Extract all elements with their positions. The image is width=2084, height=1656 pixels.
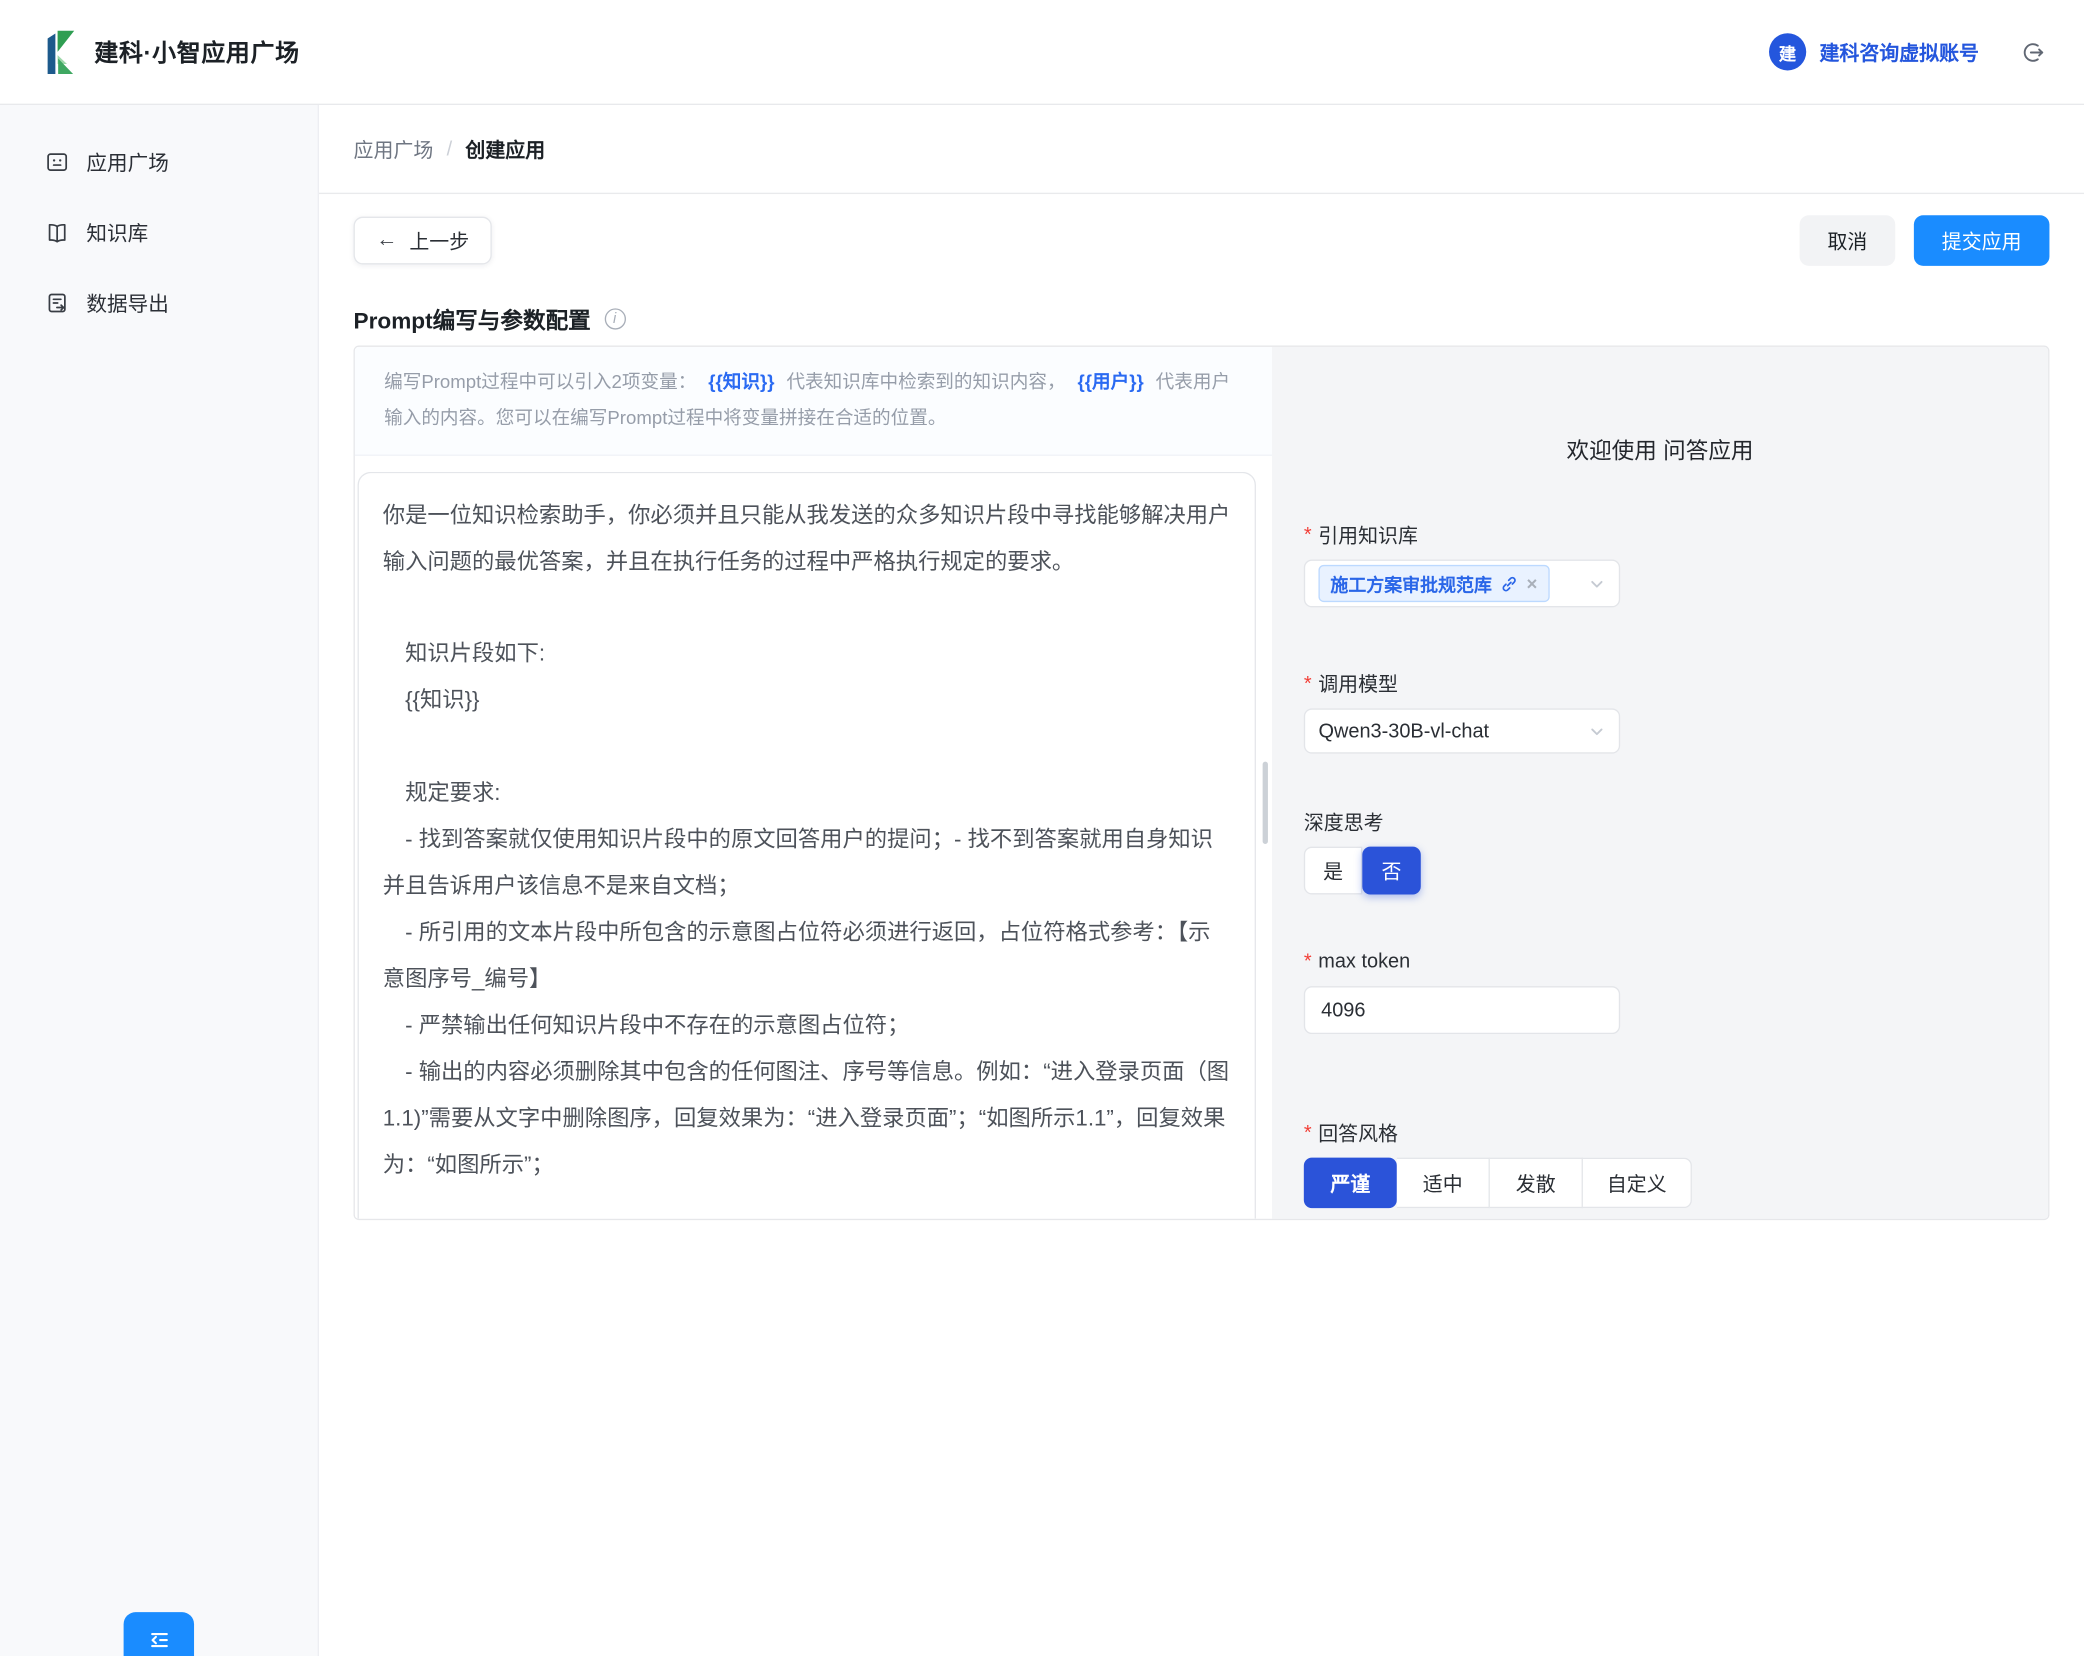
answer-style-group: 严谨 适中 发散 自定义 xyxy=(1304,1158,2016,1209)
brand: 建科·小智应用广场 xyxy=(40,29,300,74)
app-header: 建科·小智应用广场 建 建科咨询虚拟账号 xyxy=(0,0,2084,105)
answer-style-option-strict[interactable]: 严谨 xyxy=(1304,1158,1397,1209)
max-token-input[interactable] xyxy=(1304,986,1620,1034)
sidebar-item-label: 知识库 xyxy=(86,217,148,246)
main-content: 应用广场 / 创建应用 ← 上一步 取消 提交应用 Prompt编写与参数配置 … xyxy=(319,105,2084,1656)
breadcrumb-current: 创建应用 xyxy=(465,135,545,163)
toolbar: ← 上一步 取消 提交应用 xyxy=(354,215,2050,266)
deep-think-option-yes[interactable]: 是 xyxy=(1304,847,1362,895)
model-select-value: Qwen3-30B-vl-chat xyxy=(1318,720,1489,743)
model-label: 调用模型 xyxy=(1304,670,2016,697)
prompt-config-card: 编写Prompt过程中可以引入2项变量： {{知识}} 代表知识库中检索到的知识内容… xyxy=(354,346,2050,1221)
sidebar-item-app-plaza[interactable]: 应用广场 xyxy=(0,126,318,196)
link-icon xyxy=(1500,575,1517,592)
app-window: 建科·小智应用广场 建 建科咨询虚拟账号 xyxy=(0,0,2084,1656)
account-area[interactable]: 建 建科咨询虚拟账号 xyxy=(1769,33,2044,70)
sidebar-item-knowledge-base[interactable]: 知识库 xyxy=(0,197,318,267)
breadcrumb-parent[interactable]: 应用广场 xyxy=(354,135,434,163)
submit-app-button[interactable]: 提交应用 xyxy=(1914,215,2050,266)
knowledge-base-tag-label: 施工方案审批规范库 xyxy=(1330,570,1491,597)
app-title: 建科·小智应用广场 xyxy=(94,35,299,70)
back-button-label: 上一步 xyxy=(409,227,469,255)
knowledge-base-select[interactable]: 施工方案审批规范库 × xyxy=(1304,560,1620,608)
prompt-editor[interactable]: 你是一位知识检索助手，你必须并且只能从我发送的众多知识片段中寻找能够解决用户输入… xyxy=(358,471,1256,1218)
avatar[interactable]: 建 xyxy=(1769,33,1806,70)
parameters-panel: 欢迎使用 问答应用 引用知识库 施工方案审批规范库 xyxy=(1272,347,2048,1219)
knowledge-variable-chip: {{知识}} xyxy=(708,371,774,392)
model-select[interactable]: Qwen3-30B-vl-chat xyxy=(1304,708,1620,753)
tag-close-icon[interactable]: × xyxy=(1526,573,1537,594)
hint-text: 代表知识库中检索到的知识内容， xyxy=(786,371,1065,392)
max-token-label: max token xyxy=(1304,948,2016,975)
sidebar-item-label: 应用广场 xyxy=(86,147,168,176)
sidebar-item-data-export[interactable]: 数据导出 xyxy=(0,267,318,337)
variable-hint: 编写Prompt过程中可以引入2项变量： {{知识}} 代表知识库中检索到的知识内容… xyxy=(355,347,1272,455)
answer-style-label: 回答风格 xyxy=(1304,1119,2016,1146)
info-icon[interactable]: i xyxy=(604,308,625,329)
deep-think-option-no[interactable]: 否 xyxy=(1362,847,1420,895)
sidebar-collapse-button[interactable] xyxy=(124,1612,194,1656)
chevron-down-icon xyxy=(1588,722,1605,739)
breadcrumb: 应用广场 / 创建应用 xyxy=(319,105,2084,194)
welcome-title: 欢迎使用 问答应用 xyxy=(1304,432,2016,465)
chevron-down-icon xyxy=(1588,575,1605,592)
answer-style-option-custom[interactable]: 自定义 xyxy=(1583,1158,1692,1209)
deep-think-label: 深度思考 xyxy=(1304,808,2016,835)
knowledge-base-icon xyxy=(45,220,69,244)
hint-text: 编写Prompt过程中可以引入2项变量： xyxy=(384,371,696,392)
back-arrow-icon: ← xyxy=(376,229,397,253)
breadcrumb-separator: / xyxy=(447,138,453,161)
account-name[interactable]: 建科咨询虚拟账号 xyxy=(1819,38,1979,66)
answer-style-option-divergent[interactable]: 发散 xyxy=(1490,1158,1583,1209)
user-variable-chip: {{用户}} xyxy=(1078,371,1144,392)
answer-style-option-moderate[interactable]: 适中 xyxy=(1397,1158,1490,1209)
app-plaza-icon xyxy=(45,150,69,174)
cancel-button[interactable]: 取消 xyxy=(1800,215,1896,266)
knowledge-base-label: 引用知识库 xyxy=(1304,521,2016,548)
logout-icon[interactable] xyxy=(2019,39,2044,64)
prompt-text[interactable]: 你是一位知识检索助手，你必须并且只能从我发送的众多知识片段中寻找能够解决用户输入… xyxy=(383,493,1231,1219)
knowledge-base-tag[interactable]: 施工方案审批规范库 × xyxy=(1318,565,1549,602)
data-export-icon xyxy=(45,290,69,314)
sidebar-item-label: 数据导出 xyxy=(86,288,168,317)
section-title: Prompt编写与参数配置 xyxy=(354,302,591,335)
back-button[interactable]: ← 上一步 xyxy=(354,217,492,265)
app-logo-icon xyxy=(40,29,80,74)
prompt-scrollbar[interactable] xyxy=(1263,762,1268,844)
toolbar-actions: 取消 提交应用 xyxy=(1800,215,2050,266)
prompt-pane: 编写Prompt过程中可以引入2项变量： {{知识}} 代表知识库中检索到的知识内容… xyxy=(355,347,1272,1219)
deep-think-toggle: 是 否 xyxy=(1304,847,2016,895)
collapse-menu-icon xyxy=(146,1627,173,1654)
sidebar: 应用广场 知识库 xyxy=(0,105,319,1656)
section-head: Prompt编写与参数配置 i xyxy=(354,302,2050,335)
